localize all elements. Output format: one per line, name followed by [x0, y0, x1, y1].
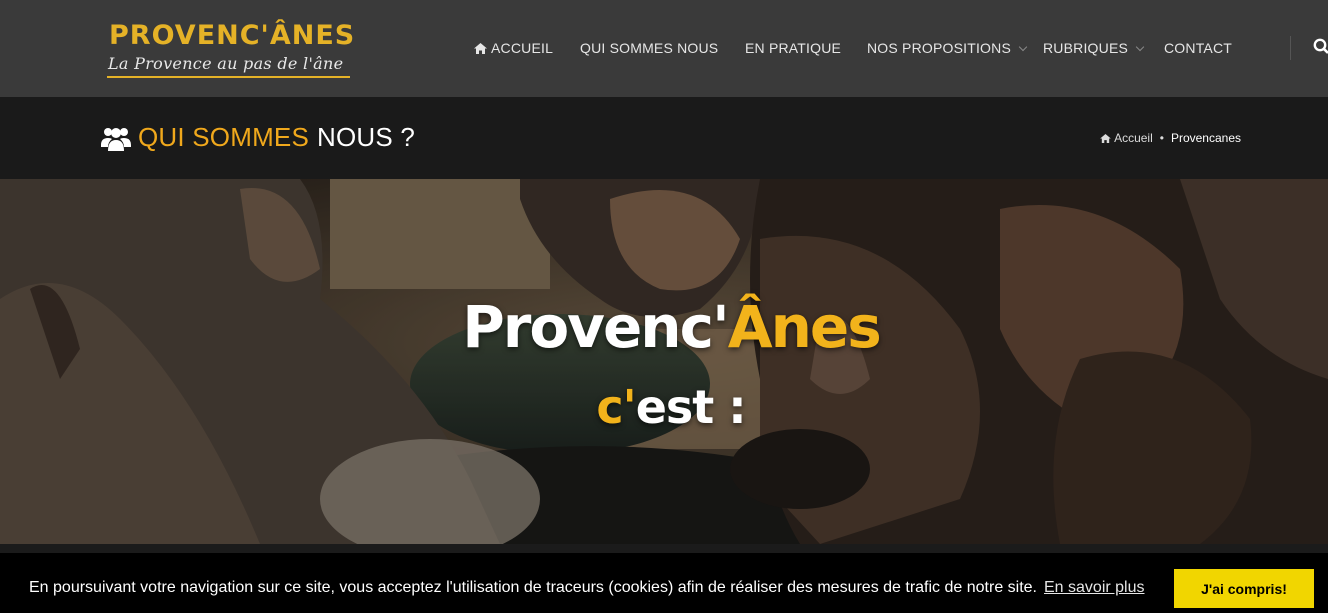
- site-header: PROVENC'ÂNES La Provence au pas de l'âne…: [0, 0, 1328, 97]
- hero-subtitle: c'est :: [0, 380, 1328, 434]
- nav-nos-propositions[interactable]: NOS PROPOSITIONS: [867, 40, 1028, 56]
- section-gap: [0, 544, 1328, 553]
- chevron-down-icon: [1135, 42, 1145, 51]
- logo-title: PROVENC'ÂNES: [109, 20, 356, 51]
- cookie-accept-button[interactable]: J'ai compris!: [1174, 569, 1314, 608]
- nav-contact-label: CONTACT: [1164, 40, 1233, 56]
- breadcrumb: Accueil • Provencanes: [1100, 131, 1241, 145]
- breadcrumb-separator: •: [1159, 131, 1164, 145]
- breadcrumb-home[interactable]: Accueil: [1100, 131, 1153, 145]
- breadcrumb-current: Provencanes: [1170, 131, 1241, 145]
- hero-title: Provenc'Ânes: [0, 293, 1328, 361]
- nav-divider: [1290, 36, 1291, 60]
- breadcrumb-home-label: Accueil: [1114, 131, 1153, 145]
- hero-subtitle-yellow: c': [596, 380, 636, 434]
- nav-accueil-label: ACCUEIL: [491, 40, 554, 56]
- cookie-learn-more-link[interactable]: En savoir plus: [1044, 579, 1145, 597]
- page-title: QUI SOMMES NOUS ?: [101, 122, 415, 153]
- hero-title-yellow: Ânes: [727, 293, 882, 361]
- nav-accueil[interactable]: ACCUEIL: [474, 40, 553, 56]
- nav-qui-sommes-nous[interactable]: QUI SOMMES NOUS: [580, 40, 718, 56]
- nav-en-pratique-label: EN PRATIQUE: [745, 40, 842, 56]
- home-icon: [474, 42, 487, 54]
- nav-rubriques-label: RUBRIQUES: [1043, 40, 1129, 56]
- nav-contact[interactable]: CONTACT: [1164, 40, 1232, 56]
- hero-subtitle-white: est :: [635, 380, 747, 434]
- search-icon: [1313, 38, 1328, 54]
- nav-nos-propositions-label: NOS PROPOSITIONS: [867, 40, 1011, 56]
- nav-rubriques[interactable]: RUBRIQUES: [1043, 40, 1145, 56]
- cookie-message: En poursuivant votre navigation sur ce s…: [29, 579, 1037, 596]
- page-title-accent: QUI SOMMES: [138, 122, 310, 152]
- hero-title-white: Provenc': [462, 293, 730, 361]
- search-button[interactable]: [1313, 38, 1328, 58]
- nav-en-pratique[interactable]: EN PRATIQUE: [745, 40, 841, 56]
- home-icon: [1100, 133, 1111, 143]
- logo-tagline: La Provence au pas de l'âne: [108, 54, 344, 73]
- hero-banner: [0, 179, 1328, 544]
- logo-underline: [107, 76, 350, 78]
- page-title-rest: NOUS ?: [317, 122, 416, 152]
- users-icon: [101, 127, 131, 151]
- nav-qui-sommes-nous-label: QUI SOMMES NOUS: [580, 40, 719, 56]
- hero-background-image: [0, 179, 1328, 544]
- chevron-down-icon: [1018, 42, 1028, 51]
- site-logo[interactable]: PROVENC'ÂNES La Provence au pas de l'âne: [107, 20, 356, 80]
